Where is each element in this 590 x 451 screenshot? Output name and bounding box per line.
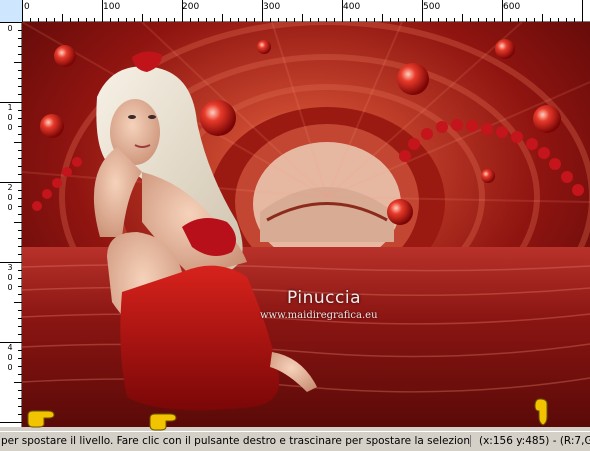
ruler-vlabel-300-b: 0 xyxy=(7,273,13,282)
hand-pointer-right-icon xyxy=(27,410,55,428)
ruler-vlabel-400-c: 0 xyxy=(7,363,13,372)
watermark-name: Pinuccia xyxy=(287,288,361,308)
ruler-vlabel-100-b: 0 xyxy=(7,113,13,122)
ruler-vlabel-200-b: 0 xyxy=(7,193,13,202)
status-bar: per spostare il livello. Fare clic con i… xyxy=(0,431,590,451)
ruler-label-100: 100 xyxy=(103,2,121,12)
ruler-label-300: 300 xyxy=(263,2,281,12)
ruler-vlabel-100-a: 1 xyxy=(7,103,13,112)
ruler-label-500: 500 xyxy=(423,2,441,12)
vertical-ruler[interactable]: 0 1 0 0 2 0 0 3 0 0 4 0 0 xyxy=(0,22,22,427)
tag-artwork xyxy=(22,22,590,427)
ruler-label-200: 200 xyxy=(182,2,200,12)
horizontal-ruler[interactable]: 0 100 200 300 400 500 600 xyxy=(0,0,590,22)
ruler-vlabel-200-c: 0 xyxy=(7,203,13,212)
ruler-vlabel-200-a: 2 xyxy=(7,183,13,192)
ruler-vlabel-300-a: 3 xyxy=(7,263,13,272)
hand-pointer-down-icon xyxy=(534,398,548,426)
horizontal-ruler-ticks xyxy=(0,0,583,22)
ruler-label-600: 600 xyxy=(503,2,521,12)
ruler-vlabel-400-a: 4 xyxy=(7,343,13,352)
ruler-vlabel-300-c: 0 xyxy=(7,283,13,292)
watermark-url: www.maidiregrafica.eu xyxy=(260,310,378,321)
ruler-label-0: 0 xyxy=(24,2,30,12)
ruler-label-400: 400 xyxy=(343,2,361,12)
ruler-vlabel-0-a: 0 xyxy=(7,24,13,33)
ruler-vlabel-100-c: 0 xyxy=(7,123,13,132)
ruler-vlabel-400-b: 0 xyxy=(7,353,13,362)
status-message: per spostare il livello. Fare clic con i… xyxy=(1,435,518,447)
hand-pointer-right-icon xyxy=(149,413,177,431)
status-coordinates: (x:156 y:485) - (R:7,G xyxy=(470,435,590,447)
image-canvas[interactable]: Pinuccia www.maidiregrafica.eu xyxy=(22,22,590,427)
